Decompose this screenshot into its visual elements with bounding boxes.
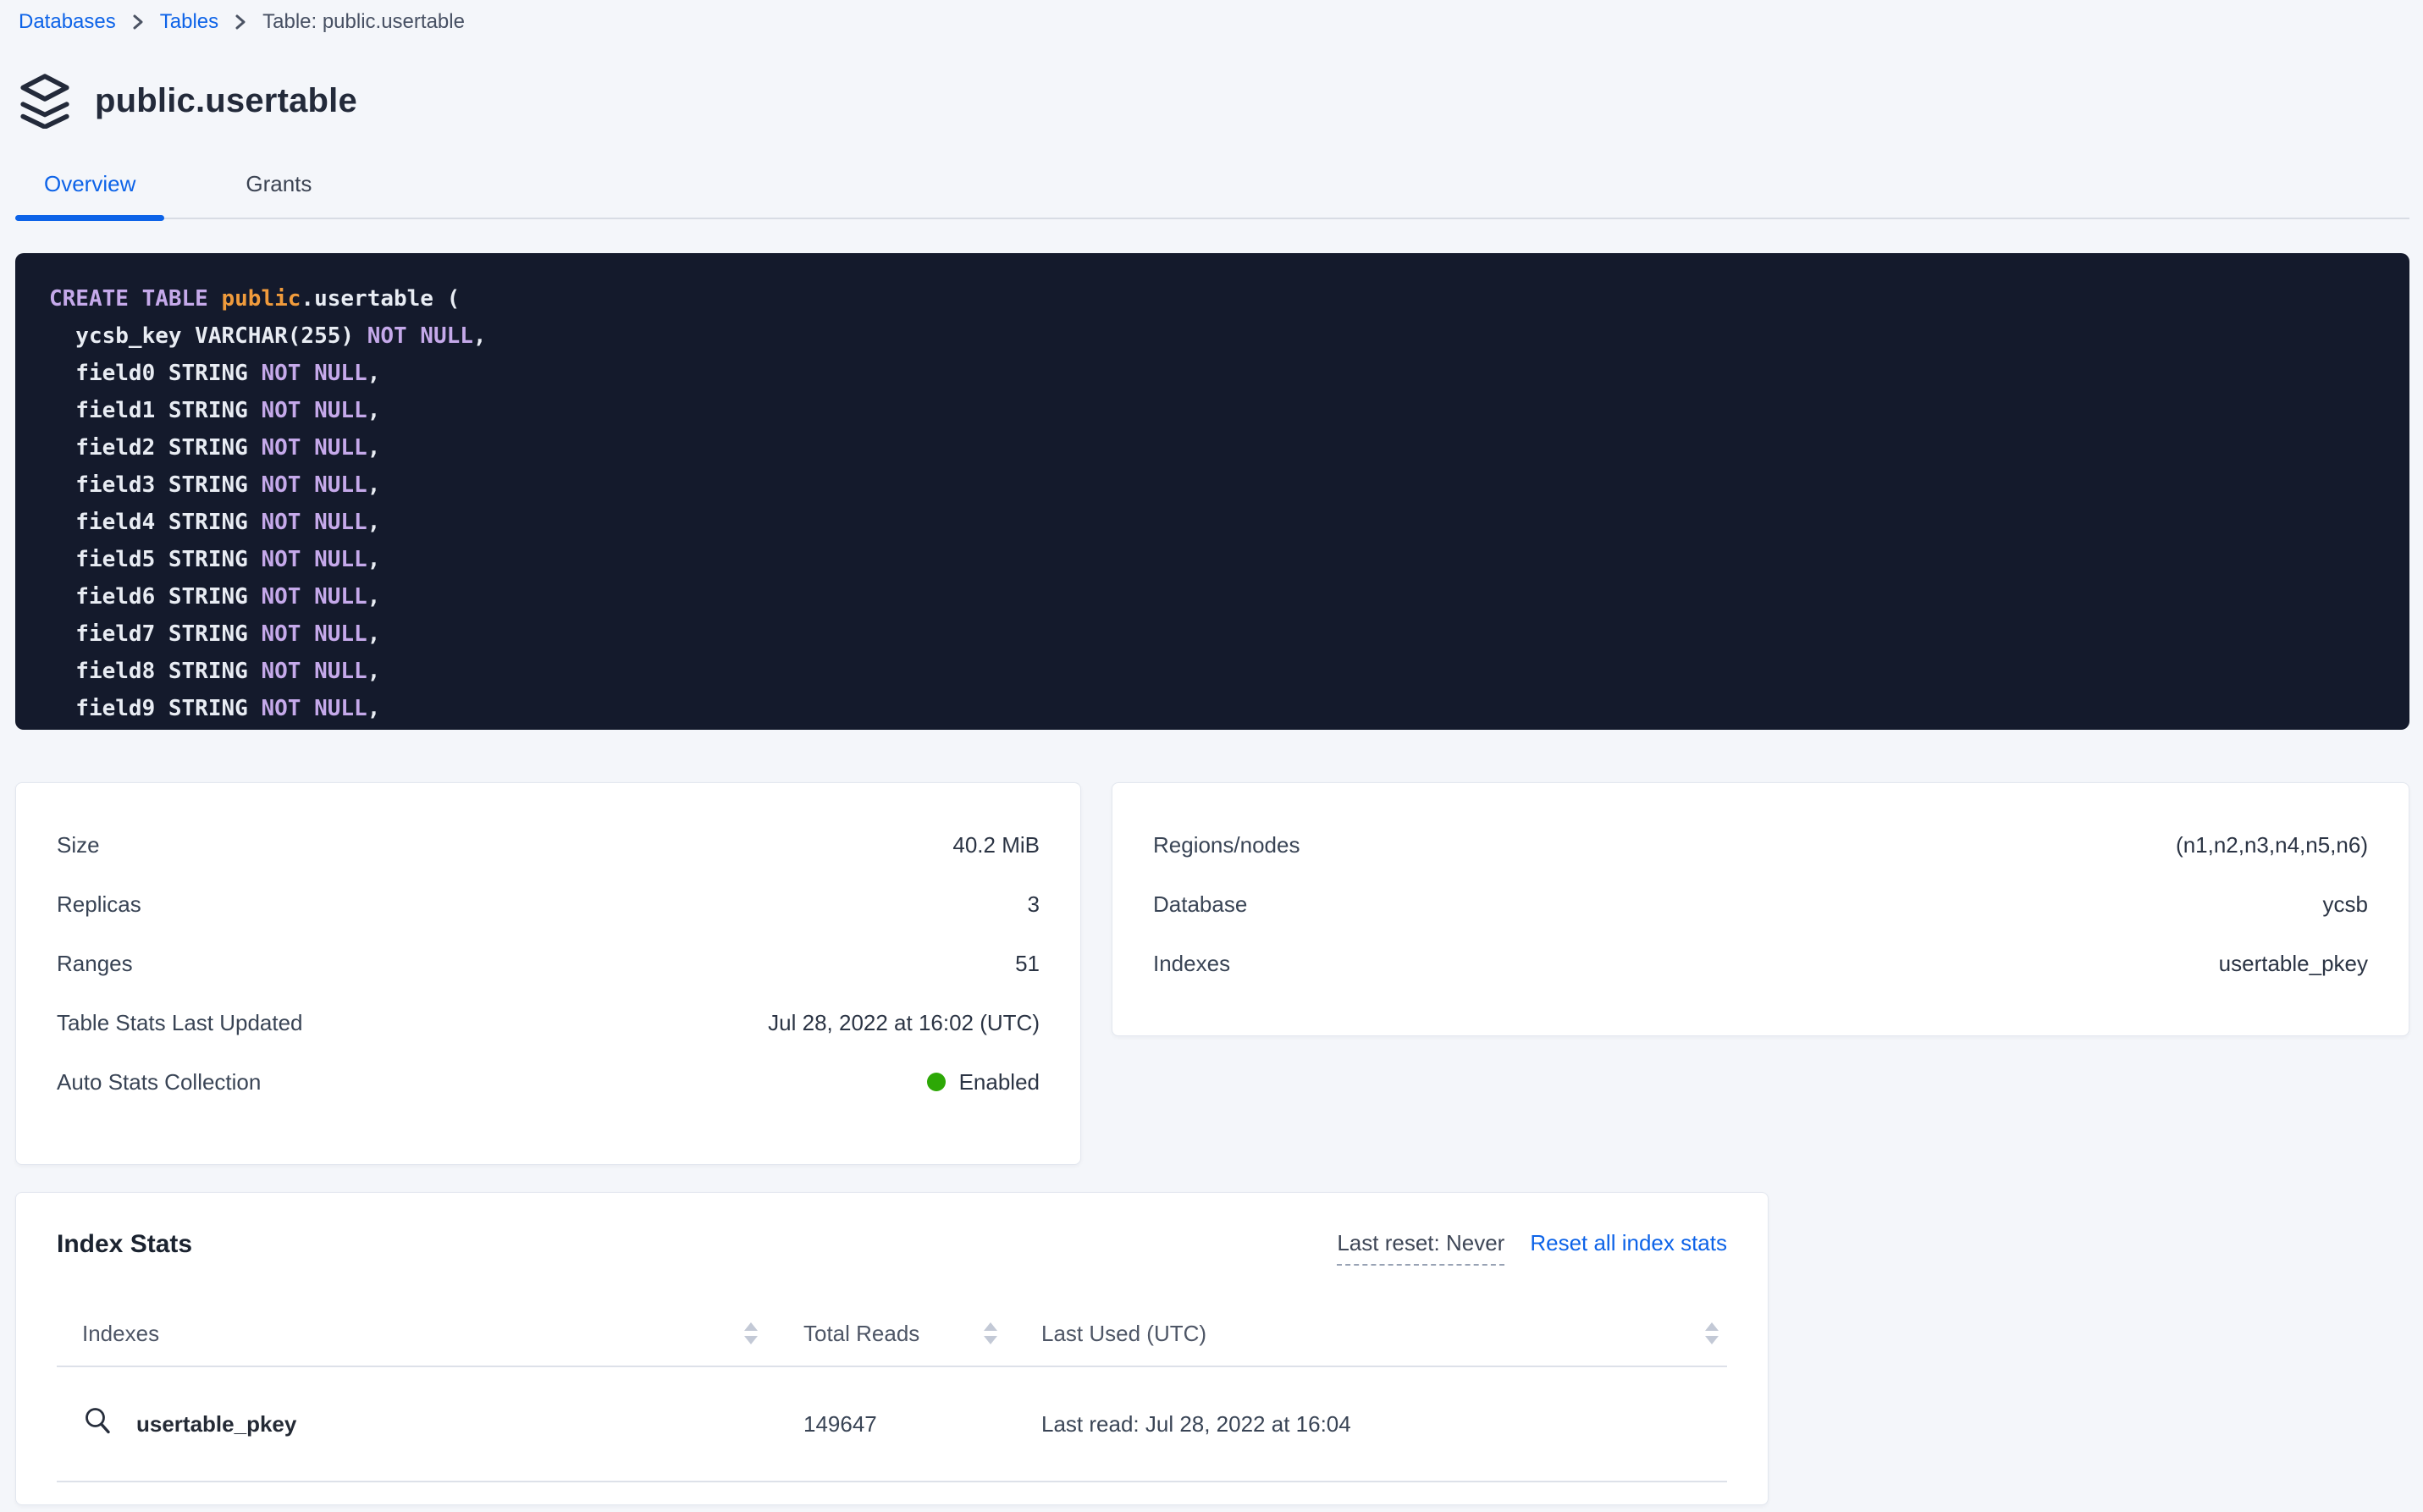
table-details-page: Databases Tables Table: public.usertable…	[0, 0, 2423, 1505]
table-stats-card: Size 40.2 MiB Replicas 3 Ranges 51 Table…	[15, 782, 1081, 1165]
index-stats-card: Index Stats Last reset: Never Reset all …	[15, 1192, 1769, 1505]
index-stats-actions: Last reset: Never Reset all index stats	[1337, 1230, 1727, 1266]
create-statement-box: CREATE TABLE public.usertable ( ycsb_key…	[15, 253, 2409, 730]
regions-card: Regions/nodes (n1,n2,n3,n4,n5,n6) Databa…	[1112, 782, 2409, 1036]
detail-label: Regions/nodes	[1153, 832, 1300, 858]
detail-row-replicas: Replicas 3	[57, 875, 1040, 934]
breadcrumb-link-databases[interactable]: Databases	[19, 10, 116, 34]
tab-grants-label: Grants	[246, 171, 312, 196]
index-stats-table-header: Indexes Total Reads Last Used (UTC)	[57, 1301, 1727, 1367]
sort-icon[interactable]	[1705, 1322, 1719, 1344]
index-stats-title: Index Stats	[57, 1230, 192, 1259]
last-used-value: Last read: Jul 28, 2022 at 16:04	[1041, 1411, 1351, 1438]
total-reads-cell: 149647	[771, 1411, 1013, 1438]
column-header-label: Total Reads	[803, 1321, 919, 1347]
breadcrumb-current: Table: public.usertable	[262, 10, 465, 34]
stack-icon	[17, 73, 73, 129]
page-title: public.usertable	[95, 82, 357, 120]
page-header: public.usertable	[15, 73, 2409, 129]
index-link[interactable]: usertable_pkey	[82, 1405, 296, 1443]
index-stats-table-row: usertable_pkey 149647 Last read: Jul 28,…	[57, 1367, 1727, 1482]
detail-value: 51	[1015, 951, 1040, 977]
detail-row-auto-stats: Auto Stats Collection Enabled	[57, 1052, 1040, 1112]
reset-all-index-stats-link[interactable]: Reset all index stats	[1530, 1230, 1727, 1256]
detail-label: Ranges	[57, 951, 133, 977]
detail-value: Enabled	[927, 1069, 1040, 1095]
detail-value: 3	[1028, 891, 1040, 918]
column-header-indexes[interactable]: Indexes	[57, 1321, 771, 1347]
column-header-total-reads[interactable]: Total Reads	[771, 1321, 1013, 1347]
detail-row-ranges: Ranges 51	[57, 934, 1040, 993]
chevron-right-icon	[130, 10, 146, 34]
detail-value: ycsb	[2323, 891, 2368, 918]
breadcrumb-link-tables[interactable]: Tables	[160, 10, 218, 34]
detail-value: (n1,n2,n3,n4,n5,n6)	[2176, 832, 2368, 858]
tab-bar: Overview Grants	[15, 171, 2409, 219]
status-text: Enabled	[959, 1069, 1040, 1095]
detail-label: Auto Stats Collection	[57, 1069, 261, 1095]
details-cards-row: Size 40.2 MiB Replicas 3 Ranges 51 Table…	[15, 782, 2409, 1165]
detail-row-database: Database ycsb	[1153, 875, 2368, 934]
sql-code: CREATE TABLE public.usertable ( ycsb_key…	[49, 280, 2376, 727]
detail-label: Indexes	[1153, 951, 1230, 977]
tab-overview[interactable]: Overview	[15, 171, 164, 218]
detail-label: Replicas	[57, 891, 141, 918]
detail-row-stats-updated: Table Stats Last Updated Jul 28, 2022 at…	[57, 993, 1040, 1052]
column-header-last-used[interactable]: Last Used (UTC)	[1013, 1321, 1727, 1347]
detail-row-regions: Regions/nodes (n1,n2,n3,n4,n5,n6)	[1153, 815, 2368, 875]
index-stats-header: Index Stats Last reset: Never Reset all …	[57, 1193, 1727, 1266]
status-dot-enabled-icon	[927, 1073, 946, 1091]
detail-value: usertable_pkey	[2219, 951, 2368, 977]
last-used-cell: Last read: Jul 28, 2022 at 16:04	[1013, 1411, 1727, 1438]
tab-overview-label: Overview	[44, 171, 135, 196]
detail-row-size: Size 40.2 MiB	[57, 815, 1040, 875]
detail-value: Jul 28, 2022 at 16:02 (UTC)	[768, 1010, 1040, 1036]
sort-icon[interactable]	[744, 1322, 758, 1344]
detail-value: 40.2 MiB	[952, 832, 1040, 858]
sort-icon[interactable]	[984, 1322, 997, 1344]
tab-grants[interactable]: Grants	[217, 171, 340, 218]
last-reset-label[interactable]: Last reset: Never	[1337, 1230, 1504, 1266]
breadcrumb: Databases Tables Table: public.usertable	[15, 0, 2409, 34]
total-reads-value: 149647	[803, 1411, 877, 1438]
detail-label: Database	[1153, 891, 1247, 918]
detail-label: Size	[57, 832, 100, 858]
column-header-label: Last Used (UTC)	[1041, 1321, 1206, 1347]
detail-label: Table Stats Last Updated	[57, 1010, 303, 1036]
magnifier-icon	[82, 1405, 114, 1443]
index-name: usertable_pkey	[136, 1411, 296, 1438]
index-name-cell: usertable_pkey	[57, 1405, 771, 1443]
active-tab-underline	[15, 215, 164, 221]
column-header-label: Indexes	[82, 1321, 159, 1347]
chevron-right-icon	[232, 10, 249, 34]
detail-row-indexes: Indexes usertable_pkey	[1153, 934, 2368, 993]
